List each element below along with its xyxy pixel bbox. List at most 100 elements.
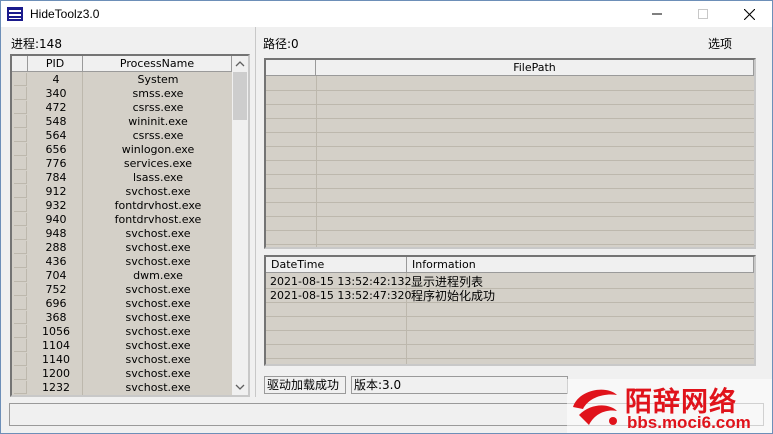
table-row[interactable]: 948 svchost.exe (14, 227, 233, 241)
minimize-icon (652, 13, 662, 15)
table-row[interactable]: 696 svchost.exe (14, 297, 233, 311)
table-row[interactable]: 752 svchost.exe (14, 283, 233, 297)
table-row[interactable]: 776 services.exe (14, 157, 233, 171)
processname-cell: csrss.exe (132, 129, 184, 142)
options-menu[interactable]: 选项 (708, 35, 732, 52)
row-selector[interactable] (14, 353, 27, 366)
table-row[interactable]: 912 svchost.exe (14, 185, 233, 199)
row-selector[interactable] (14, 171, 27, 184)
table-row[interactable]: 564 csrss.exe (14, 129, 233, 143)
log-time-cell: 2021-08-15 13:52:42:132 (270, 275, 412, 288)
table-row[interactable]: 656 winlogon.exe (14, 143, 233, 157)
close-button[interactable] (726, 1, 772, 27)
process-scrollbar[interactable] (232, 56, 248, 395)
scroll-up-icon[interactable] (235, 60, 245, 67)
minimize-button[interactable] (634, 1, 680, 27)
table-row[interactable]: 932 fontdrvhost.exe (14, 199, 233, 213)
pid-cell: 656 (45, 143, 67, 156)
pid-cell: 472 (45, 101, 67, 114)
column-header-datetime[interactable]: DateTime (266, 257, 407, 273)
row-selector[interactable] (14, 227, 27, 240)
table-row[interactable]: 436 svchost.exe (14, 255, 233, 269)
processname-cell: svchost.exe (125, 339, 191, 352)
process-count-label: 进程:148 (11, 37, 62, 51)
window-title: HideToolz3.0 (30, 7, 100, 21)
pid-cell: 288 (45, 241, 67, 254)
column-header-pid[interactable]: PID (28, 56, 83, 72)
row-selector[interactable] (14, 325, 27, 338)
scroll-down-icon[interactable] (235, 384, 245, 391)
row-selector[interactable] (14, 73, 27, 86)
row-selector[interactable] (14, 297, 27, 310)
row-selector[interactable] (14, 129, 27, 142)
row-selector[interactable] (14, 87, 27, 100)
scrollbar-thumb[interactable] (233, 72, 247, 120)
row-selector[interactable] (14, 213, 27, 226)
pid-cell: 368 (45, 311, 67, 324)
table-row[interactable]: 340 smss.exe (14, 87, 233, 101)
row-selector[interactable] (14, 283, 27, 296)
table-row[interactable]: 288 svchost.exe (14, 241, 233, 255)
pid-cell: 564 (45, 129, 67, 142)
pid-cell: 436 (45, 255, 67, 268)
processname-cell: svchost.exe (125, 255, 191, 268)
grid-line (266, 316, 754, 317)
column-header-filepath[interactable]: FilePath (316, 60, 754, 76)
pid-cell: 940 (45, 213, 67, 226)
grid-line (266, 344, 754, 345)
pid-cell: 776 (45, 157, 67, 170)
pid-cell: 932 (45, 199, 67, 212)
grid-line (266, 188, 754, 189)
processname-cell: wininit.exe (128, 115, 188, 128)
row-selector[interactable] (14, 185, 27, 198)
grid-line (266, 174, 754, 175)
pid-cell: 784 (45, 171, 67, 184)
row-selector[interactable] (14, 143, 27, 156)
table-row[interactable]: 784 lsass.exe (14, 171, 233, 185)
row-selector[interactable] (14, 339, 27, 352)
row-selector[interactable] (14, 311, 27, 324)
pane-splitter[interactable] (255, 27, 256, 397)
filepath-table[interactable]: FilePath (264, 58, 756, 249)
pid-cell: 1140 (42, 353, 70, 366)
table-row[interactable]: 368 svchost.exe (14, 311, 233, 325)
row-selector[interactable] (14, 157, 27, 170)
main-window: HideToolz3.0 进程:148 PID ProcessName 4 Sys… (0, 0, 773, 434)
row-selector[interactable] (14, 381, 27, 394)
table-row[interactable]: 1200 svchost.exe (14, 367, 233, 381)
log-table[interactable]: DateTime Information 2021-08-15 13:52:42… (264, 255, 756, 366)
row-selector[interactable] (14, 241, 27, 254)
table-row[interactable]: 548 wininit.exe (14, 115, 233, 129)
row-selector[interactable] (14, 199, 27, 212)
path-count-label: 路径:0 (263, 37, 299, 51)
table-row[interactable]: 1140 svchost.exe (14, 353, 233, 367)
grid-line (266, 358, 754, 359)
row-selector[interactable] (14, 269, 27, 282)
pid-cell: 704 (45, 269, 67, 282)
row-selector[interactable] (14, 255, 27, 268)
table-row[interactable]: 472 csrss.exe (14, 101, 233, 115)
filepath-table-corner (266, 60, 316, 76)
title-bar[interactable]: HideToolz3.0 (1, 1, 772, 27)
log-info-cell: 程序初始化成功 (411, 289, 496, 303)
grid-line (266, 202, 754, 203)
table-row[interactable]: 1104 svchost.exe (14, 339, 233, 353)
grid-line (266, 104, 754, 105)
table-row[interactable]: 4 System (14, 73, 233, 87)
table-row[interactable]: 1056 svchost.exe (14, 325, 233, 339)
column-divider (82, 72, 83, 395)
column-header-processname[interactable]: ProcessName (83, 56, 232, 72)
row-selector[interactable] (14, 115, 27, 128)
pid-cell: 4 (52, 73, 60, 86)
maximize-button[interactable] (680, 1, 726, 27)
watermark-url-text: bbs.moci6.com (627, 413, 751, 432)
table-row[interactable]: 704 dwm.exe (14, 269, 233, 283)
row-selector[interactable] (14, 101, 27, 114)
row-selector[interactable] (14, 367, 27, 380)
process-table[interactable]: PID ProcessName 4 System 340 smss.exe 472 csr… (10, 54, 250, 397)
watermark: 陌辞网络 bbs.moci6.com (567, 379, 772, 433)
column-header-information[interactable]: Information (407, 257, 754, 273)
table-row[interactable]: 940 fontdrvhost.exe (14, 213, 233, 227)
table-row[interactable]: 1232 svchost.exe (14, 381, 233, 395)
processname-cell: services.exe (123, 157, 193, 170)
